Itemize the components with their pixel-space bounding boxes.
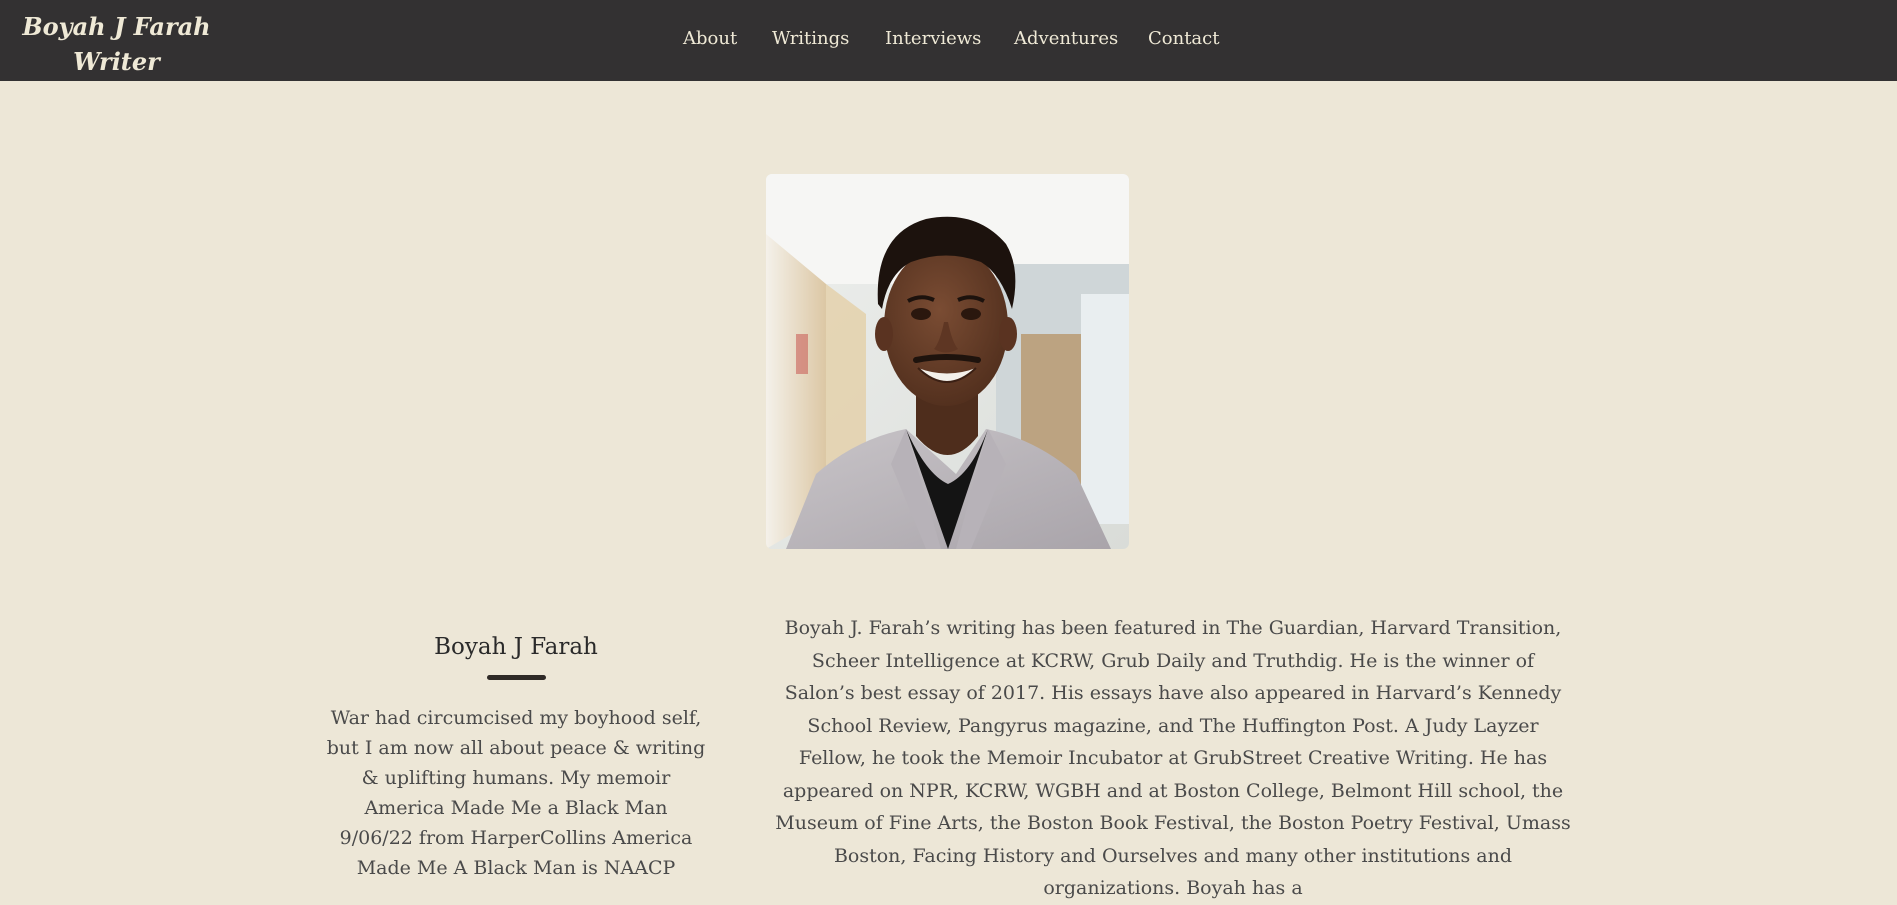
site-header: Boyah J Farah Writer About Writings Inte… <box>0 0 1897 81</box>
nav-adventures[interactable]: Adventures <box>1014 24 1118 54</box>
nav-interviews[interactable]: Interviews <box>885 24 981 54</box>
author-photo <box>766 174 1129 549</box>
author-name-heading: Boyah J Farah <box>434 634 598 660</box>
nav-about[interactable]: About <box>683 24 737 54</box>
nav-writings[interactable]: Writings <box>772 24 849 54</box>
main-nav: About Writings Interviews Adventures Con… <box>0 24 1897 54</box>
author-tagline: War had circumcised my boyhood self, but… <box>326 707 706 879</box>
nav-contact[interactable]: Contact <box>1148 24 1219 54</box>
heading-divider <box>487 675 546 680</box>
author-bio: Boyah J. Farah’s writing has been featur… <box>775 617 1571 899</box>
